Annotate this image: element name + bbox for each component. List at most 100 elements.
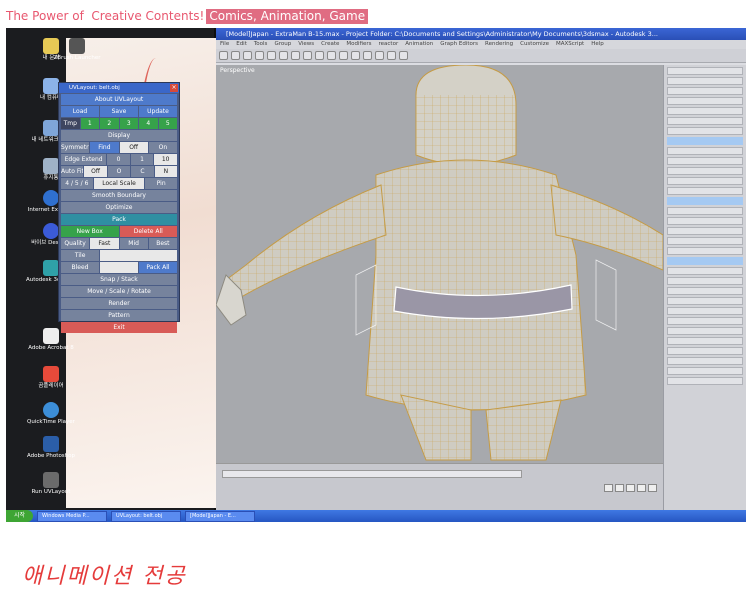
show-cage-checkbox[interactable] [667, 297, 743, 305]
update-always-radio[interactable] [667, 367, 743, 375]
header-tag[interactable]: Comics, Animation, Game [206, 8, 369, 24]
menu-help[interactable]: Help [591, 40, 604, 49]
pattern-button[interactable]: Pattern [61, 310, 177, 321]
ring-loop-buttons[interactable] [667, 247, 743, 255]
save-button[interactable]: Save [100, 106, 138, 117]
move-icon[interactable] [315, 51, 324, 60]
tile-field[interactable] [100, 250, 177, 261]
stack-item-element[interactable] [667, 187, 743, 195]
update-manually-radio[interactable] [667, 377, 743, 385]
optimize-button[interactable]: Optimize [61, 202, 177, 213]
desktop-icon-zbrush[interactable]: ZBrush Launcher [52, 38, 102, 61]
tmp-4-button[interactable]: 4 [139, 118, 158, 129]
menu-tools[interactable]: Tools [254, 40, 268, 49]
tmp-5-button[interactable]: 5 [158, 118, 177, 129]
taskbar-item-media-player[interactable]: Windows Media P... [37, 510, 108, 522]
menu-animation[interactable]: Animation [405, 40, 433, 49]
stack-item-polygon[interactable] [667, 177, 743, 185]
edit-poly-button[interactable] [667, 97, 743, 105]
mirror-icon[interactable] [363, 51, 372, 60]
menu-modifiers[interactable]: Modifiers [346, 40, 371, 49]
edge-extend-0-button[interactable]: 0 [107, 154, 130, 165]
separate-by-options[interactable] [667, 347, 743, 355]
exit-button[interactable]: Exit [61, 322, 177, 333]
ignore-backfacing-checkbox[interactable] [667, 217, 743, 225]
selection-rollout[interactable] [667, 197, 743, 205]
pack-button[interactable]: Pack [61, 214, 177, 225]
auto-fit-n-button[interactable]: N [154, 166, 178, 177]
iterations-spinner[interactable] [667, 307, 743, 315]
menu-file[interactable]: File [220, 40, 229, 49]
by-vertex-checkbox[interactable] [667, 207, 743, 215]
bind-icon[interactable] [267, 51, 276, 60]
ffd-select-button[interactable] [667, 127, 743, 135]
panel-tabs[interactable] [667, 67, 743, 75]
taskbar-item-uvlayout[interactable]: UVLayout: belt.obj [111, 510, 182, 522]
by-angle-checkbox[interactable] [667, 227, 743, 235]
menu-reactor[interactable]: reactor [379, 40, 399, 49]
stack-item-vertex[interactable] [667, 147, 743, 155]
smooth-boundary-button[interactable]: Smooth Boundary [61, 190, 177, 201]
quality-best-button[interactable]: Best [148, 238, 177, 249]
modifier-list[interactable] [667, 87, 743, 95]
tmp-3-button[interactable]: 3 [119, 118, 138, 129]
edge-extend-10-button[interactable]: 10 [154, 154, 177, 165]
stack-item-edge[interactable] [667, 157, 743, 165]
smooth-result-checkbox[interactable] [667, 267, 743, 275]
symmetry-on-button[interactable]: On [148, 142, 177, 153]
quality-mid-button[interactable]: Mid [119, 238, 148, 249]
unlink-icon[interactable] [255, 51, 264, 60]
symmetry-off-button[interactable]: Off [119, 142, 148, 153]
menu-rendering[interactable]: Rendering [485, 40, 513, 49]
perspective-viewport[interactable]: Perspective [216, 65, 663, 463]
update-button[interactable]: Update [139, 106, 177, 117]
about-button[interactable]: About UVLayout [61, 94, 177, 105]
desktop-icon-photoshop[interactable]: Adobe Photoshop [26, 436, 76, 459]
edge-extend-1-button[interactable]: 1 [130, 154, 154, 165]
align-icon[interactable] [375, 51, 384, 60]
undo-icon[interactable] [219, 51, 228, 60]
local-scale-button[interactable]: Local Scale [93, 178, 145, 189]
new-box-button[interactable]: New Box [61, 226, 119, 237]
taskbar-item-3dsmax[interactable]: [Model]Japan - E... [185, 510, 256, 522]
scale-icon[interactable] [339, 51, 348, 60]
shrink-grow-buttons[interactable] [667, 237, 743, 245]
move-scale-rotate-button[interactable]: Move / Scale / Rotate [61, 286, 177, 297]
link-icon[interactable] [243, 51, 252, 60]
snap-stack-button[interactable]: Snap / Stack [61, 274, 177, 285]
select-icon[interactable] [279, 51, 288, 60]
next-frame-icon[interactable] [637, 484, 646, 492]
object-name-field[interactable] [667, 77, 743, 85]
menu-graph-editors[interactable]: Graph Editors [440, 40, 478, 49]
region-icon[interactable] [303, 51, 312, 60]
render-icon[interactable] [399, 51, 408, 60]
play-icon[interactable] [626, 484, 635, 492]
menu-maxscript[interactable]: MAXScript [556, 40, 584, 49]
auto-fit-off-button[interactable]: Off [84, 166, 107, 177]
desktop-icon-quicktime[interactable]: QuickTime Player [26, 402, 76, 425]
close-icon[interactable]: × [170, 84, 178, 92]
render-smoothness-spinner[interactable] [667, 337, 743, 345]
symmetry-button[interactable] [667, 107, 743, 115]
find-button[interactable]: Find [90, 142, 119, 153]
uvw-select-button[interactable] [667, 117, 743, 125]
prev-frame-icon[interactable] [615, 484, 624, 492]
auto-fit-o-button[interactable]: O [107, 166, 131, 177]
pack-all-button[interactable]: Pack All [139, 262, 177, 273]
start-button[interactable]: 시작 [6, 510, 34, 522]
3dsmax-titlebar[interactable]: [Model]Japan - ExtraMan B-15.max - Proje… [216, 28, 746, 40]
go-to-end-icon[interactable] [648, 484, 657, 492]
menu-customize[interactable]: Customize [520, 40, 549, 49]
rotate-icon[interactable] [327, 51, 336, 60]
tmp-2-button[interactable]: 2 [100, 118, 119, 129]
menu-group[interactable]: Group [274, 40, 291, 49]
subdivision-surface-rollout[interactable] [667, 257, 743, 265]
render-iterations-spinner[interactable] [667, 327, 743, 335]
modifier-stack[interactable] [667, 137, 743, 145]
use-nurms-checkbox[interactable] [667, 277, 743, 285]
isoline-display-checkbox[interactable] [667, 287, 743, 295]
go-to-start-icon[interactable] [604, 484, 613, 492]
menu-edit[interactable]: Edit [236, 40, 247, 49]
load-button[interactable]: Load [61, 106, 99, 117]
time-slider[interactable] [222, 470, 522, 478]
